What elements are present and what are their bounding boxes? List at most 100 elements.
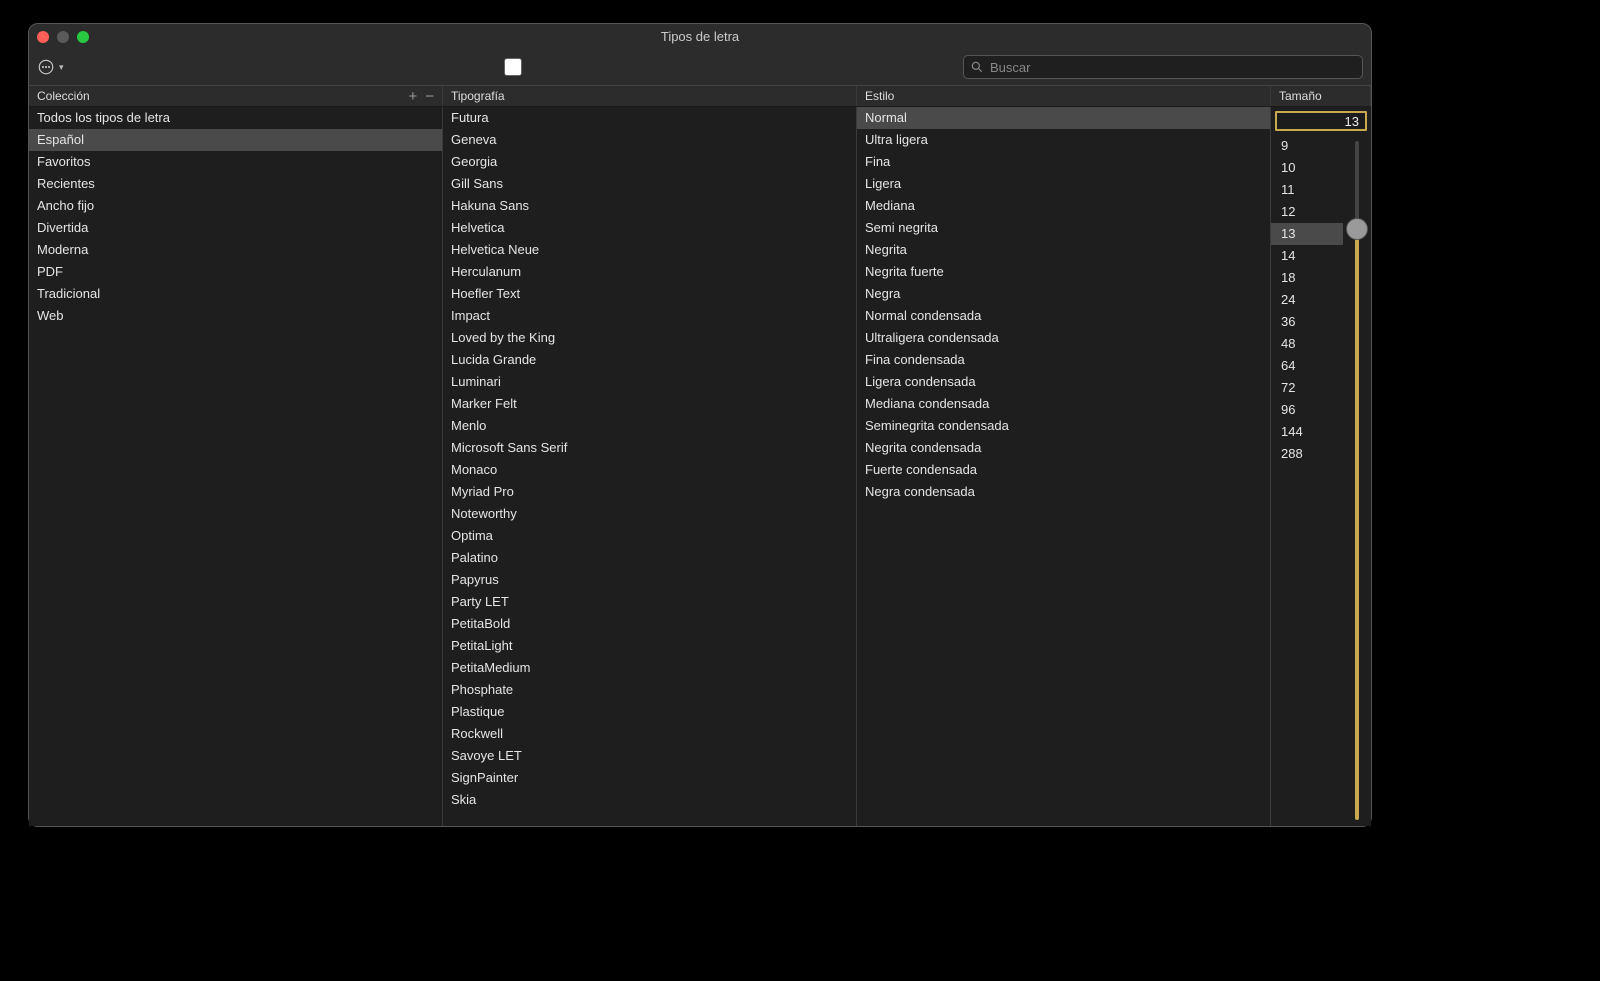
- size-item[interactable]: 10: [1271, 157, 1343, 179]
- collection-list[interactable]: Todos los tipos de letraEspañolFavoritos…: [29, 107, 443, 826]
- typeface-item[interactable]: Papyrus: [443, 569, 856, 591]
- header-size-label: Tamaño: [1279, 89, 1322, 103]
- size-item[interactable]: 13: [1271, 223, 1343, 245]
- typeface-item[interactable]: Palatino: [443, 547, 856, 569]
- size-item[interactable]: 48: [1271, 333, 1343, 355]
- typeface-item[interactable]: PetitaBold: [443, 613, 856, 635]
- typeface-item[interactable]: PetitaLight: [443, 635, 856, 657]
- typeface-item[interactable]: Party LET: [443, 591, 856, 613]
- slider-fill: [1355, 229, 1359, 820]
- search-input[interactable]: [990, 60, 1356, 75]
- typeface-item[interactable]: Skia: [443, 789, 856, 811]
- typeface-list[interactable]: FuturaGenevaGeorgiaGill SansHakuna SansH…: [443, 107, 857, 826]
- size-item[interactable]: 14: [1271, 245, 1343, 267]
- size-item[interactable]: 288: [1271, 443, 1343, 465]
- typeface-item[interactable]: Rockwell: [443, 723, 856, 745]
- typeface-item[interactable]: Noteworthy: [443, 503, 856, 525]
- size-item[interactable]: 11: [1271, 179, 1343, 201]
- collection-item[interactable]: Ancho fijo: [29, 195, 442, 217]
- style-item[interactable]: Mediana condensada: [857, 393, 1270, 415]
- add-collection-button[interactable]: +: [408, 88, 417, 105]
- collection-item[interactable]: Todos los tipos de letra: [29, 107, 442, 129]
- size-item[interactable]: 36: [1271, 311, 1343, 333]
- style-list[interactable]: NormalUltra ligeraFinaLigeraMedianaSemi …: [857, 107, 1271, 826]
- traffic-lights: [37, 31, 89, 43]
- style-item[interactable]: Negra: [857, 283, 1270, 305]
- text-color-swatch[interactable]: [504, 58, 522, 76]
- size-item[interactable]: 18: [1271, 267, 1343, 289]
- typeface-item[interactable]: Impact: [443, 305, 856, 327]
- style-item[interactable]: Ligera condensada: [857, 371, 1270, 393]
- typeface-item[interactable]: Herculanum: [443, 261, 856, 283]
- header-typeface-label: Tipografía: [451, 89, 505, 103]
- header-size: Tamaño: [1271, 86, 1371, 106]
- style-item[interactable]: Normal condensada: [857, 305, 1270, 327]
- collection-item[interactable]: PDF: [29, 261, 442, 283]
- typeface-item[interactable]: Myriad Pro: [443, 481, 856, 503]
- typeface-item[interactable]: Lucida Grande: [443, 349, 856, 371]
- collection-item[interactable]: Web: [29, 305, 442, 327]
- style-item[interactable]: Fina: [857, 151, 1270, 173]
- size-item[interactable]: 96: [1271, 399, 1343, 421]
- typeface-item[interactable]: SignPainter: [443, 767, 856, 789]
- remove-collection-button[interactable]: −: [425, 88, 434, 105]
- typeface-item[interactable]: Plastique: [443, 701, 856, 723]
- style-item[interactable]: Negrita fuerte: [857, 261, 1270, 283]
- close-button[interactable]: [37, 31, 49, 43]
- size-item[interactable]: 64: [1271, 355, 1343, 377]
- typeface-item[interactable]: PetitaMedium: [443, 657, 856, 679]
- size-item[interactable]: 72: [1271, 377, 1343, 399]
- style-item[interactable]: Seminegrita condensada: [857, 415, 1270, 437]
- typeface-item[interactable]: Microsoft Sans Serif: [443, 437, 856, 459]
- typeface-item[interactable]: Futura: [443, 107, 856, 129]
- size-item[interactable]: 144: [1271, 421, 1343, 443]
- typeface-item[interactable]: Monaco: [443, 459, 856, 481]
- style-item[interactable]: Negrita: [857, 239, 1270, 261]
- collection-item[interactable]: Moderna: [29, 239, 442, 261]
- style-item[interactable]: Fina condensada: [857, 349, 1270, 371]
- size-input[interactable]: [1275, 111, 1367, 131]
- typeface-item[interactable]: Loved by the King: [443, 327, 856, 349]
- size-item[interactable]: 12: [1271, 201, 1343, 223]
- header-style: Estilo: [857, 86, 1271, 106]
- typeface-item[interactable]: Hoefler Text: [443, 283, 856, 305]
- collection-item[interactable]: Recientes: [29, 173, 442, 195]
- toolbar: ▾: [29, 49, 1371, 85]
- zoom-button[interactable]: [77, 31, 89, 43]
- typeface-item[interactable]: Helvetica: [443, 217, 856, 239]
- style-item[interactable]: Semi negrita: [857, 217, 1270, 239]
- typeface-item[interactable]: Menlo: [443, 415, 856, 437]
- collection-item[interactable]: Español: [29, 129, 442, 151]
- style-item[interactable]: Ultra ligera: [857, 129, 1270, 151]
- header-style-label: Estilo: [865, 89, 894, 103]
- typeface-item[interactable]: Helvetica Neue: [443, 239, 856, 261]
- size-item[interactable]: 9: [1271, 135, 1343, 157]
- style-item[interactable]: Normal: [857, 107, 1270, 129]
- collection-item[interactable]: Favoritos: [29, 151, 442, 173]
- typeface-item[interactable]: Georgia: [443, 151, 856, 173]
- style-item[interactable]: Ligera: [857, 173, 1270, 195]
- typeface-item[interactable]: Optima: [443, 525, 856, 547]
- size-item[interactable]: 24: [1271, 289, 1343, 311]
- header-collection-label: Colección: [37, 89, 90, 103]
- size-list[interactable]: 9101112131418243648647296144288: [1271, 135, 1343, 826]
- typeface-item[interactable]: Marker Felt: [443, 393, 856, 415]
- typeface-item[interactable]: Luminari: [443, 371, 856, 393]
- collection-item[interactable]: Tradicional: [29, 283, 442, 305]
- slider-thumb[interactable]: [1346, 218, 1368, 240]
- style-item[interactable]: Ultraligera condensada: [857, 327, 1270, 349]
- typeface-item[interactable]: Geneva: [443, 129, 856, 151]
- collection-item[interactable]: Divertida: [29, 217, 442, 239]
- style-item[interactable]: Fuerte condensada: [857, 459, 1270, 481]
- minimize-button[interactable]: [57, 31, 69, 43]
- search-field[interactable]: [963, 55, 1363, 79]
- typeface-item[interactable]: Gill Sans: [443, 173, 856, 195]
- size-slider[interactable]: [1343, 135, 1371, 826]
- style-item[interactable]: Negra condensada: [857, 481, 1270, 503]
- typeface-item[interactable]: Phosphate: [443, 679, 856, 701]
- typeface-item[interactable]: Hakuna Sans: [443, 195, 856, 217]
- style-item[interactable]: Mediana: [857, 195, 1270, 217]
- style-item[interactable]: Negrita condensada: [857, 437, 1270, 459]
- actions-menu-button[interactable]: ▾: [37, 58, 64, 76]
- typeface-item[interactable]: Savoye LET: [443, 745, 856, 767]
